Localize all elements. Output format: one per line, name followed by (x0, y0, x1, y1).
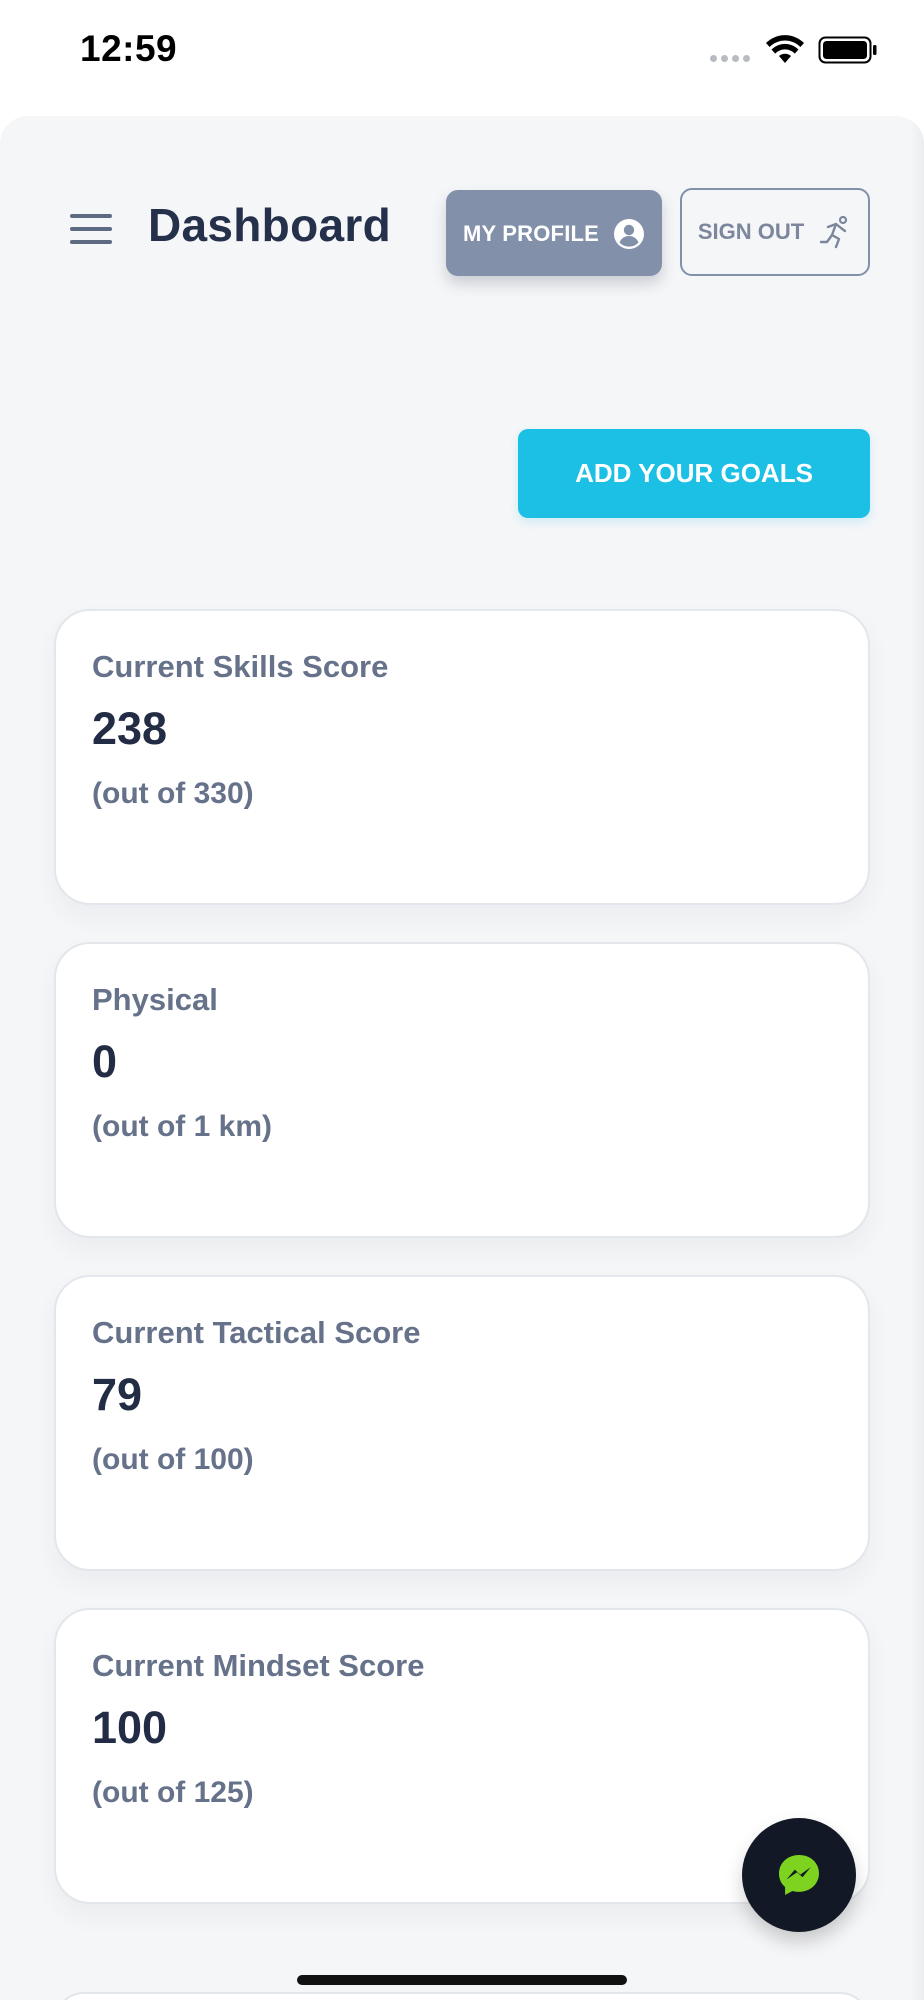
cellular-signal-icon (710, 55, 750, 62)
stat-card-value: 100 (92, 1702, 168, 1753)
stat-card-label: Current Skills Score (92, 649, 389, 684)
my-profile-button[interactable]: MY PROFILE (446, 190, 662, 276)
dashboard-screen: Dashboard MY PROFILE SIGN OUT ADD YOUR G… (0, 116, 924, 2000)
stat-card-value: 238 (92, 703, 168, 754)
stat-card-subtext: (out of 1 km) (92, 1110, 272, 1143)
running-person-icon (819, 215, 848, 249)
sign-out-label: SIGN OUT (697, 219, 805, 244)
messenger-chat-button[interactable] (742, 1818, 856, 1932)
status-time: 12:59 (80, 28, 178, 69)
home-indicator (297, 1975, 627, 1985)
stat-card-value: 79 (92, 1369, 143, 1420)
page-title: Dashboard (148, 199, 391, 251)
sign-out-button[interactable]: SIGN OUT (680, 188, 870, 276)
stat-card-skills[interactable]: Current Skills Score 238 (out of 330) (54, 609, 870, 905)
stat-card-label: Current Tactical Score (92, 1315, 421, 1350)
next-stat-card[interactable] (54, 1992, 870, 2000)
status-bar: 12:59 (0, 0, 924, 110)
my-profile-label: MY PROFILE (462, 221, 600, 246)
stat-card-physical[interactable]: Physical 0 (out of 1 km) (54, 942, 870, 1238)
stat-card-label: Current Mindset Score (92, 1648, 425, 1683)
stat-card-subtext: (out of 125) (92, 1776, 254, 1809)
wifi-icon (766, 35, 804, 63)
battery-icon (818, 36, 877, 64)
stat-card-value: 0 (92, 1036, 118, 1087)
user-circle-icon (614, 219, 645, 249)
stat-card-tactical[interactable]: Current Tactical Score 79 (out of 100) (54, 1275, 870, 1571)
stat-card-subtext: (out of 330) (92, 777, 254, 810)
messenger-icon (779, 1855, 819, 1895)
hamburger-menu-icon[interactable] (70, 212, 112, 246)
add-goals-button[interactable]: ADD YOUR GOALS (518, 429, 870, 518)
header-bar: Dashboard MY PROFILE SIGN OUT (0, 116, 924, 316)
stat-card-label: Physical (92, 982, 218, 1017)
stat-card-subtext: (out of 100) (92, 1443, 254, 1476)
